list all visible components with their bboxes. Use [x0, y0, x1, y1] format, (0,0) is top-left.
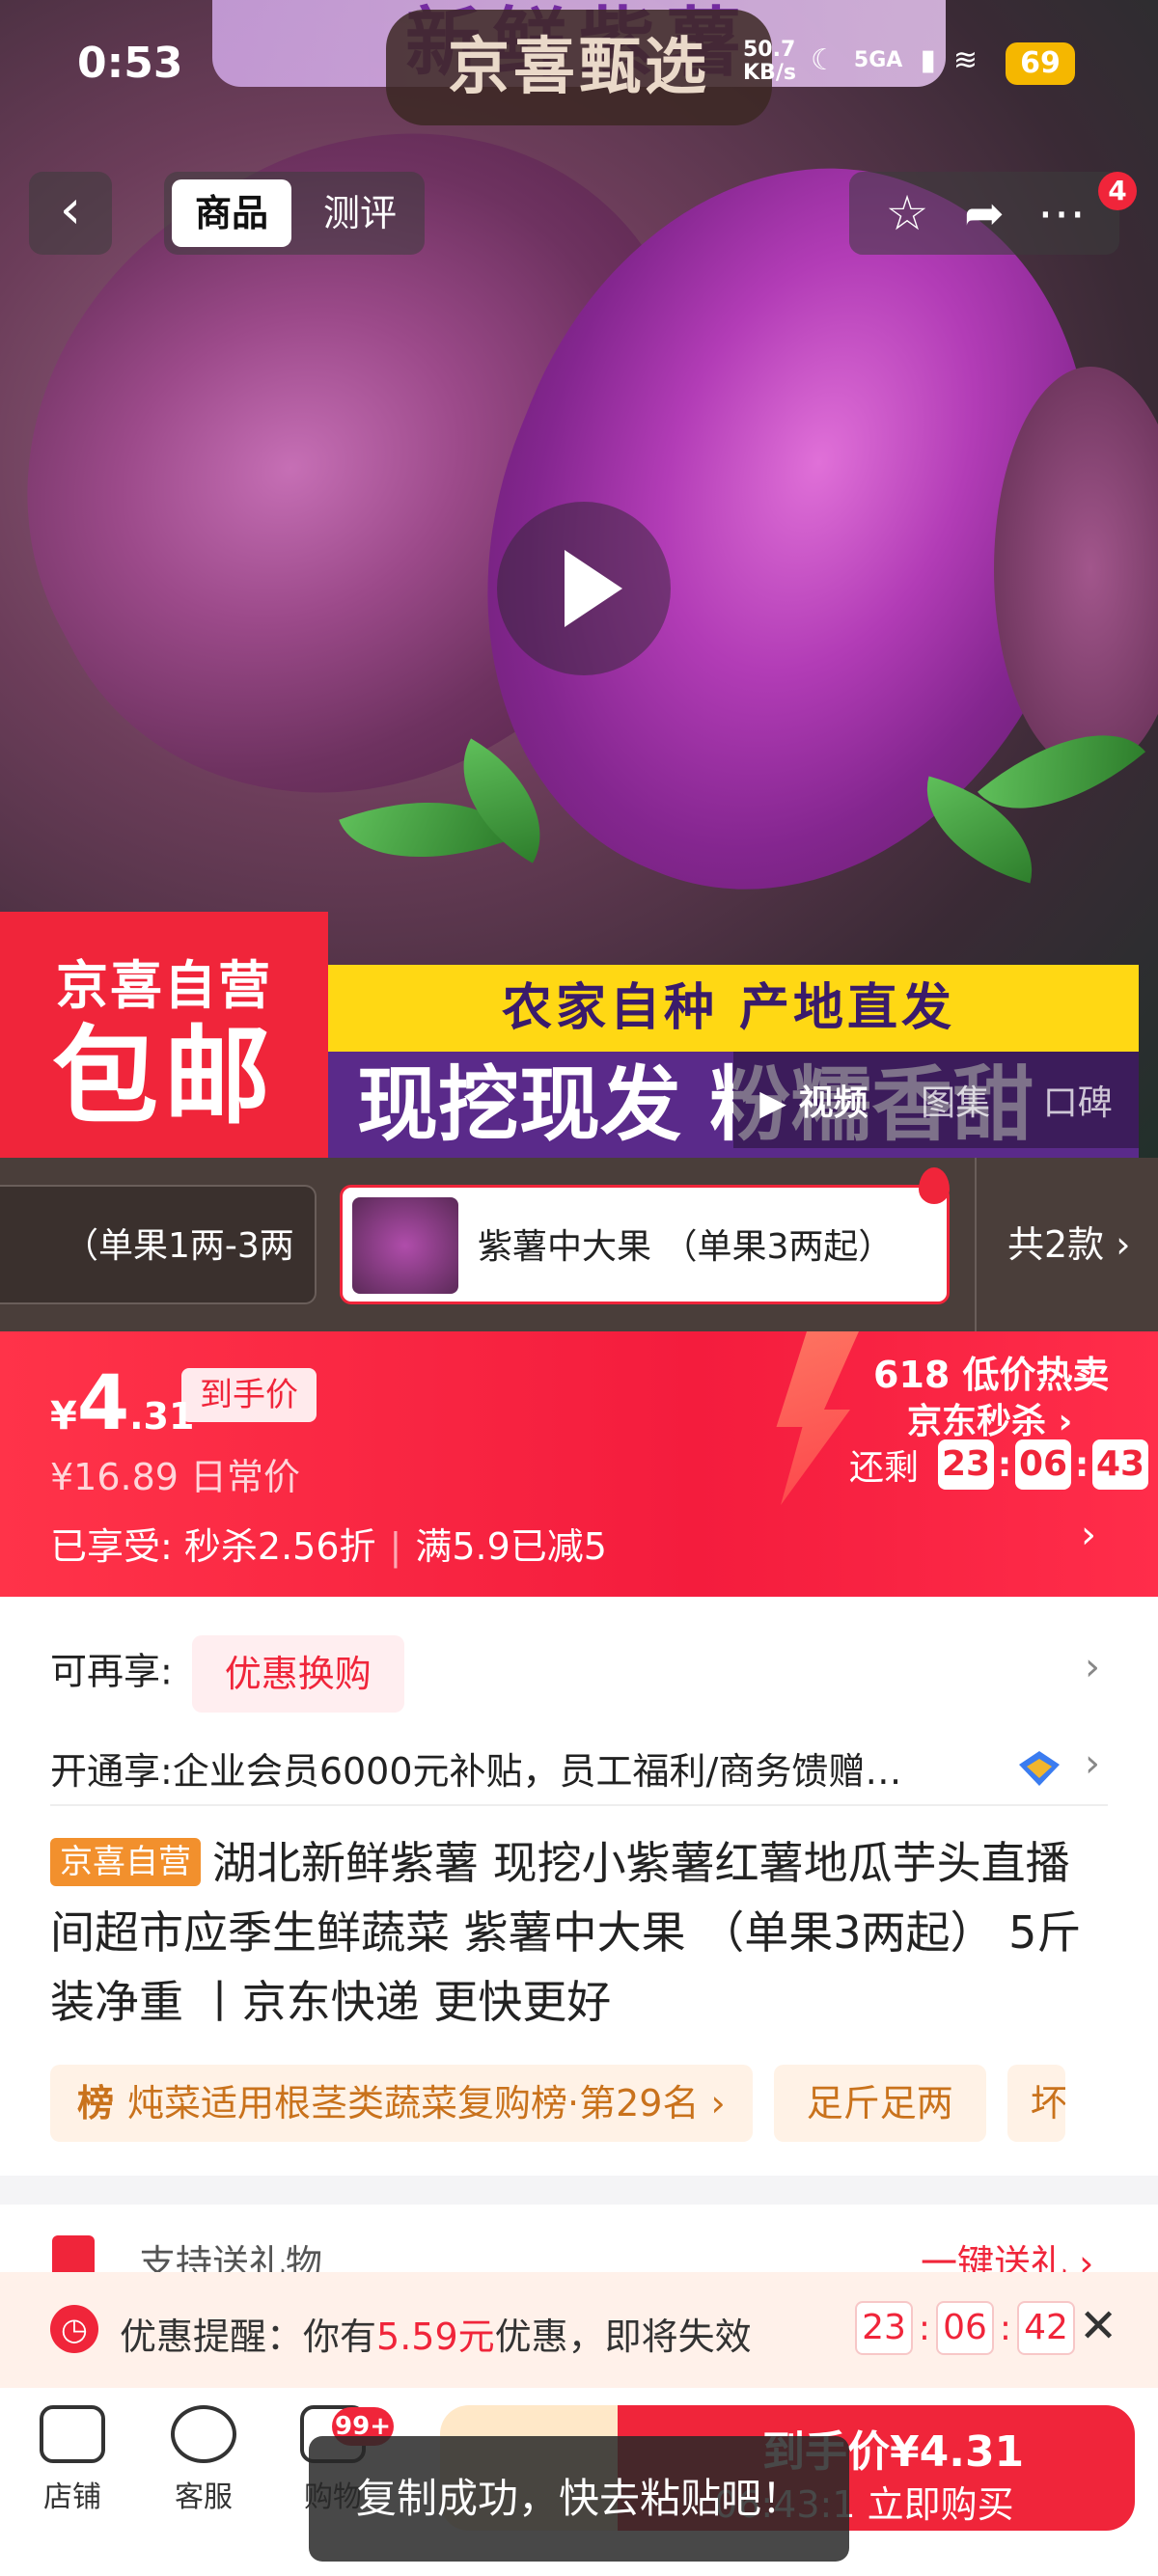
variant-option[interactable]: （单果1两-3两	[0, 1185, 317, 1304]
countdown-label: 还剩	[849, 1448, 920, 1488]
member-offer-text: 企业会员6000元补贴，员工福利/商务馈赠…	[172, 1750, 902, 1793]
alert-amount: 5.59元	[376, 2316, 495, 2358]
variant-option-selected[interactable]: 紫薯中大果 （单果3两起）	[340, 1185, 950, 1304]
tab-product[interactable]: 商品	[172, 179, 291, 247]
diamond-icon	[1019, 1751, 1060, 1786]
shop-label: 店铺	[43, 2480, 101, 2514]
price-integer: 4	[76, 1360, 130, 1447]
countdown-seconds: 43	[1092, 1439, 1149, 1490]
media-tab-video[interactable]: ▶ 视频	[759, 1075, 868, 1125]
variant-label: 紫薯中大果 （单果3两起）	[478, 1227, 894, 1267]
more-icon[interactable]: ⋯	[1033, 185, 1090, 241]
coupon-alert-text: 优惠提醒：你有5.59元优惠，即将失效	[120, 2307, 752, 2360]
product-title-text: 湖北新鲜紫薯 现挖小紫薯红薯地瓜芋头直播 间超市应季生鲜蔬菜 紫薯中大果 （单果…	[50, 1837, 1082, 2028]
ranking-chip[interactable]: 榜炖菜适用根茎类蔬菜复购榜·第29名 ›	[50, 2065, 753, 2142]
flash-sale-link[interactable]: 京东秒杀 ›	[907, 1393, 1072, 1443]
sale-title: 618 低价热卖	[873, 1354, 1110, 1396]
top-tabs: 商品 测评	[164, 172, 425, 255]
top-actions: ☆ ➦ ⋯	[849, 172, 1119, 255]
chevron-right-icon[interactable]: ›	[1085, 1645, 1100, 1689]
shop-button[interactable]: 店铺	[19, 2405, 125, 2515]
back-button[interactable]: ‹	[29, 172, 112, 255]
alert-countdown-minutes: 06	[936, 2301, 994, 2355]
extra-offer-label: 可再享:	[50, 1650, 173, 1693]
countdown-minutes: 06	[1015, 1439, 1072, 1490]
promo-free-shipping: 包邮	[52, 1015, 276, 1138]
lightning-icon	[776, 1331, 859, 1505]
countdown-hours: 23	[938, 1439, 995, 1490]
variant-thumbnail	[352, 1197, 458, 1294]
net-speed-unit: KB/s	[743, 61, 796, 85]
clock-icon: ◷	[50, 2305, 98, 2353]
alert-countdown: 23 : 06 : 42	[855, 2301, 1075, 2355]
share-icon[interactable]: ➦	[955, 185, 1013, 241]
status-time: 0:53	[77, 39, 183, 88]
close-icon[interactable]: ✕	[1079, 2299, 1117, 2353]
alert-countdown-seconds: 42	[1017, 2301, 1075, 2355]
net-speed-value: 50.7	[743, 38, 796, 62]
network-label: 5GA	[853, 47, 903, 72]
app-title: 京喜甄选	[386, 10, 772, 125]
notification-badge: 4	[1098, 172, 1137, 210]
promo-self-operated: 京喜自营	[56, 955, 272, 1016]
divider	[50, 1804, 1108, 1806]
toast-message: 复制成功，快去粘贴吧！	[309, 2436, 849, 2562]
alert-prefix: 优惠提醒：你有	[120, 2316, 377, 2358]
status-bar: 0:53 京喜甄选 50.7 KB/s ☾ 5GA ▮ ≋ 69	[0, 0, 1158, 125]
alert-suffix: 优惠，即将失效	[494, 2316, 752, 2358]
discount-info[interactable]: 已享受: 秒杀2.56折 | 满5.9已减5	[50, 1517, 607, 1570]
exchange-offer-chip[interactable]: 优惠换购	[191, 1635, 404, 1713]
play-icon	[565, 550, 622, 627]
extra-offer-row[interactable]: 可再享: 优惠换购	[50, 1635, 404, 1713]
battery-indicator: 69	[1006, 42, 1075, 85]
product-title[interactable]: 京喜自营 湖北新鲜紫薯 现挖小紫薯红薯地瓜芋头直播 间超市应季生鲜蔬菜 紫薯中大果…	[50, 1828, 1112, 2037]
discount-flash: 秒杀2.56折	[183, 1525, 376, 1568]
net-speed: 50.7 KB/s	[743, 39, 796, 85]
member-offer-row[interactable]: 开通享:企业会员6000元补贴，员工福利/商务馈赠…	[50, 1741, 977, 1795]
current-price: ¥4.31	[50, 1360, 194, 1447]
member-offer-label: 开通享:	[50, 1750, 173, 1793]
promo-badge: 京喜自营 包邮	[0, 912, 328, 1158]
shop-icon	[40, 2405, 105, 2463]
sale-countdown: 还剩 23 : 06 : 43	[849, 1439, 1149, 1490]
coupon-alert[interactable]: ◷ 优惠提醒：你有5.59元优惠，即将失效 23 : 06 : 42 ✕	[0, 2272, 1158, 2388]
final-price-tag: 到手价	[181, 1368, 317, 1422]
price-panel: ¥4.31 到手价 ¥16.89 日常价 已享受: 秒杀2.56折 | 满5.9已减…	[0, 1331, 1158, 1597]
star-icon[interactable]: ☆	[878, 185, 936, 241]
hero-slogan: 农家自种 产地直发	[318, 965, 1139, 1052]
signal-icon: ▮	[920, 42, 936, 77]
chevron-left-icon: ‹	[59, 178, 82, 241]
tab-review[interactable]: 测评	[307, 179, 413, 247]
original-price: ¥16.89 日常价	[50, 1456, 301, 1498]
bad-fruit-chip[interactable]: 坏	[1006, 2065, 1065, 2142]
service-button[interactable]: 客服	[151, 2405, 257, 2515]
fire-icon	[919, 1167, 950, 1204]
media-tabs: ▶ 视频 图集 口碑	[733, 1052, 1139, 1148]
play-video-button[interactable]	[497, 502, 671, 675]
price-currency: ¥	[50, 1394, 77, 1439]
media-tab-reviews[interactable]: 口碑	[1043, 1075, 1113, 1125]
discount-threshold: 满5.9已减5	[415, 1525, 607, 1568]
ranking-text: 炖菜适用根茎类蔬菜复购榜·第29名 ›	[127, 2082, 726, 2124]
chat-icon	[171, 2405, 236, 2463]
status-icons: ☾ 5GA ▮ ≋	[811, 41, 978, 79]
self-operated-tag: 京喜自营	[50, 1838, 201, 1886]
media-tab-gallery[interactable]: 图集	[921, 1075, 990, 1125]
full-weight-chip[interactable]: 足斤足两	[773, 2065, 986, 2142]
moon-icon: ☾	[811, 42, 837, 77]
chevron-right-icon[interactable]: ›	[1085, 1741, 1100, 1786]
variant-count-button[interactable]: 共2款 ›	[975, 1158, 1158, 1331]
alert-countdown-hours: 23	[855, 2301, 913, 2355]
product-chips: 榜炖菜适用根茎类蔬菜复购榜·第29名 › 足斤足两 坏	[50, 2065, 1065, 2142]
wifi-icon: ≋	[952, 42, 978, 77]
chevron-right-icon[interactable]: ›	[1081, 1513, 1096, 1557]
service-label: 客服	[175, 2480, 233, 2514]
discount-label: 已享受:	[50, 1525, 173, 1568]
gift-row[interactable]: 支持送礼物 一键送礼 ›	[0, 2205, 1158, 2285]
ranking-prefix: 榜	[77, 2082, 115, 2124]
